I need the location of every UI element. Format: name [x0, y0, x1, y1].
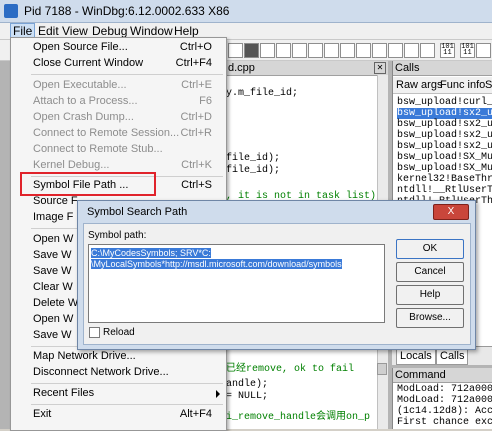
call-frame[interactable]: bsw_upload!sx2_u [397, 119, 492, 130]
menu-item-connect-remote-stub[interactable]: Connect to Remote Stub... [11, 142, 226, 158]
func-info-button[interactable]: Func info [440, 79, 485, 91]
dialog-body: Symbol path: C:\MyCodesSymbols; SRV*C: \… [83, 223, 471, 345]
source-pane-header: d.cpp ✕ [226, 61, 388, 76]
symbol-path-input[interactable]: C:\MyCodesSymbols; SRV*C: \MyLocalSymbol… [88, 244, 385, 323]
toolbar-source-mode-icon[interactable] [420, 43, 435, 58]
windbg-app-icon [4, 4, 18, 18]
menu-separator [31, 383, 223, 384]
source-tab-title[interactable]: d.cpp [228, 62, 255, 74]
menu-item-attach-process[interactable]: Attach to a Process... F6 [11, 94, 226, 110]
call-frame[interactable]: bsw_upload!sx2_u [397, 130, 492, 141]
code-line: andle); [226, 379, 269, 390]
code-line: file_id); [226, 165, 281, 176]
toolbar-disassembly-icon[interactable] [340, 43, 355, 58]
symbol-path-label: Symbol path: [88, 230, 147, 241]
call-frame[interactable]: bsw_upload!curl_ [397, 97, 492, 108]
menu-edit[interactable]: Edit [38, 24, 59, 38]
toolbar-registers-icon[interactable] [292, 43, 307, 58]
code-comment: 已经remove, ok to fail [226, 364, 355, 375]
browse-button[interactable]: Browse... [396, 308, 464, 328]
command-pane-title: Command [395, 369, 446, 381]
menu-item-recent-files[interactable]: Recent Files [11, 386, 226, 402]
menu-separator [31, 404, 223, 405]
toolbar-scratch-icon[interactable] [356, 43, 371, 58]
toolbar-watch-icon[interactable] [260, 43, 275, 58]
ok-button[interactable]: OK [396, 239, 464, 259]
menu-window[interactable]: Window [130, 24, 173, 38]
menu-item-open-crash-dump[interactable]: Open Crash Dump... Ctrl+D [11, 110, 226, 126]
menu-item-connect-remote-session[interactable]: Connect to Remote Session... Ctrl+R [11, 126, 226, 142]
command-output-line: ModLoad: 712a000 [397, 395, 492, 406]
dialog-title: Symbol Search Path [87, 206, 188, 218]
code-line: y.m_file_id; [226, 88, 299, 99]
tab-locals[interactable]: Locals [396, 349, 436, 365]
toolbar-hex-icon[interactable]: 101 11 [440, 43, 455, 58]
call-frame[interactable]: ntdll!__RtlUserT [397, 185, 492, 196]
code-comment: i_remove_handle会调用on_p [226, 412, 371, 423]
toolbar-locals-icon[interactable] [276, 43, 291, 58]
toolbar-font-icon[interactable] [388, 43, 403, 58]
command-output-line: (1c14.12d8): Acce [397, 406, 492, 417]
calls-button-row: Raw args Func info S [393, 77, 492, 94]
command-output-line: First chance exce [397, 417, 492, 428]
toolbar-memory-icon[interactable] [308, 43, 323, 58]
toolbar-options-icon[interactable] [404, 43, 419, 58]
toolbar-hex2-icon[interactable]: 101 11 [460, 43, 475, 58]
window-title: Pid 7188 - WinDbg:6.12.0002.633 X86 [24, 4, 230, 18]
command-pane-header: Command [393, 368, 492, 383]
command-pane: Command ModLoad: 712a000 ModLoad: 712a00… [392, 368, 492, 429]
symbol-search-path-dialog: Symbol Search Path X Symbol path: C:\MyC… [77, 200, 476, 350]
menu-item-open-executable[interactable]: Open Executable... Ctrl+E [11, 78, 226, 94]
calls-pane-title: Calls [395, 62, 420, 74]
call-frame[interactable]: bsw_upload!sx2_u [397, 141, 492, 152]
annotation-highlight-box [20, 172, 156, 196]
toolbar-command-icon[interactable] [244, 43, 259, 58]
raw-args-button[interactable]: Raw args [396, 79, 442, 91]
title-bar: Pid 7188 - WinDbg:6.12.0002.633 X86 [0, 0, 492, 23]
command-output-line: ModLoad: 712a000 [397, 384, 492, 395]
menu-view[interactable]: View [62, 24, 88, 38]
calls-pane-header: Calls [393, 61, 492, 76]
toolbar-help-icon[interactable] [476, 43, 491, 58]
tab-calls[interactable]: Calls [436, 349, 469, 365]
menu-help[interactable]: Help [174, 24, 199, 38]
menu-item-disconnect-network-drive[interactable]: Disconnect Network Drive... [11, 365, 226, 381]
submenu-arrow-icon [216, 390, 220, 398]
code-line: = NULL; [226, 391, 269, 402]
menu-item-map-network-drive[interactable]: Map Network Drive... [11, 349, 226, 365]
menu-item-close-current-window[interactable]: Close Current Window Ctrl+F4 [11, 56, 226, 72]
cancel-button[interactable]: Cancel [396, 262, 464, 282]
call-frame[interactable]: kernel32!BaseThr [397, 174, 492, 185]
scrollbar-thumb[interactable] [377, 363, 387, 375]
call-frame-selected[interactable]: bsw_upload!sx2_u [397, 108, 492, 119]
reload-checkbox[interactable]: Reload [89, 327, 135, 338]
menu-debug[interactable]: Debug [92, 24, 127, 38]
source-button[interactable]: S [485, 79, 492, 91]
menu-item-open-source-file[interactable]: Open Source File... Ctrl+O [11, 40, 226, 56]
call-frame[interactable]: bsw_upload!SX_Mu [397, 152, 492, 163]
call-frame[interactable]: bsw_upload!SX_Mu [397, 163, 492, 174]
toolbar-callstack-icon[interactable] [324, 43, 339, 58]
menu-item-exit[interactable]: Exit Alt+F4 [11, 407, 226, 423]
toolbar-process-icon[interactable] [372, 43, 387, 58]
toolbar-window-icon[interactable] [228, 43, 243, 58]
checkbox-box[interactable] [89, 327, 100, 338]
close-icon[interactable]: X [433, 204, 469, 220]
symbol-path-value: C:\MyCodesSymbols; SRV*C: \MyLocalSymbol… [91, 248, 342, 269]
help-button[interactable]: Help [396, 285, 464, 305]
close-icon[interactable]: ✕ [374, 62, 386, 74]
menu-separator [31, 74, 223, 75]
code-line: file_id); [226, 153, 281, 164]
